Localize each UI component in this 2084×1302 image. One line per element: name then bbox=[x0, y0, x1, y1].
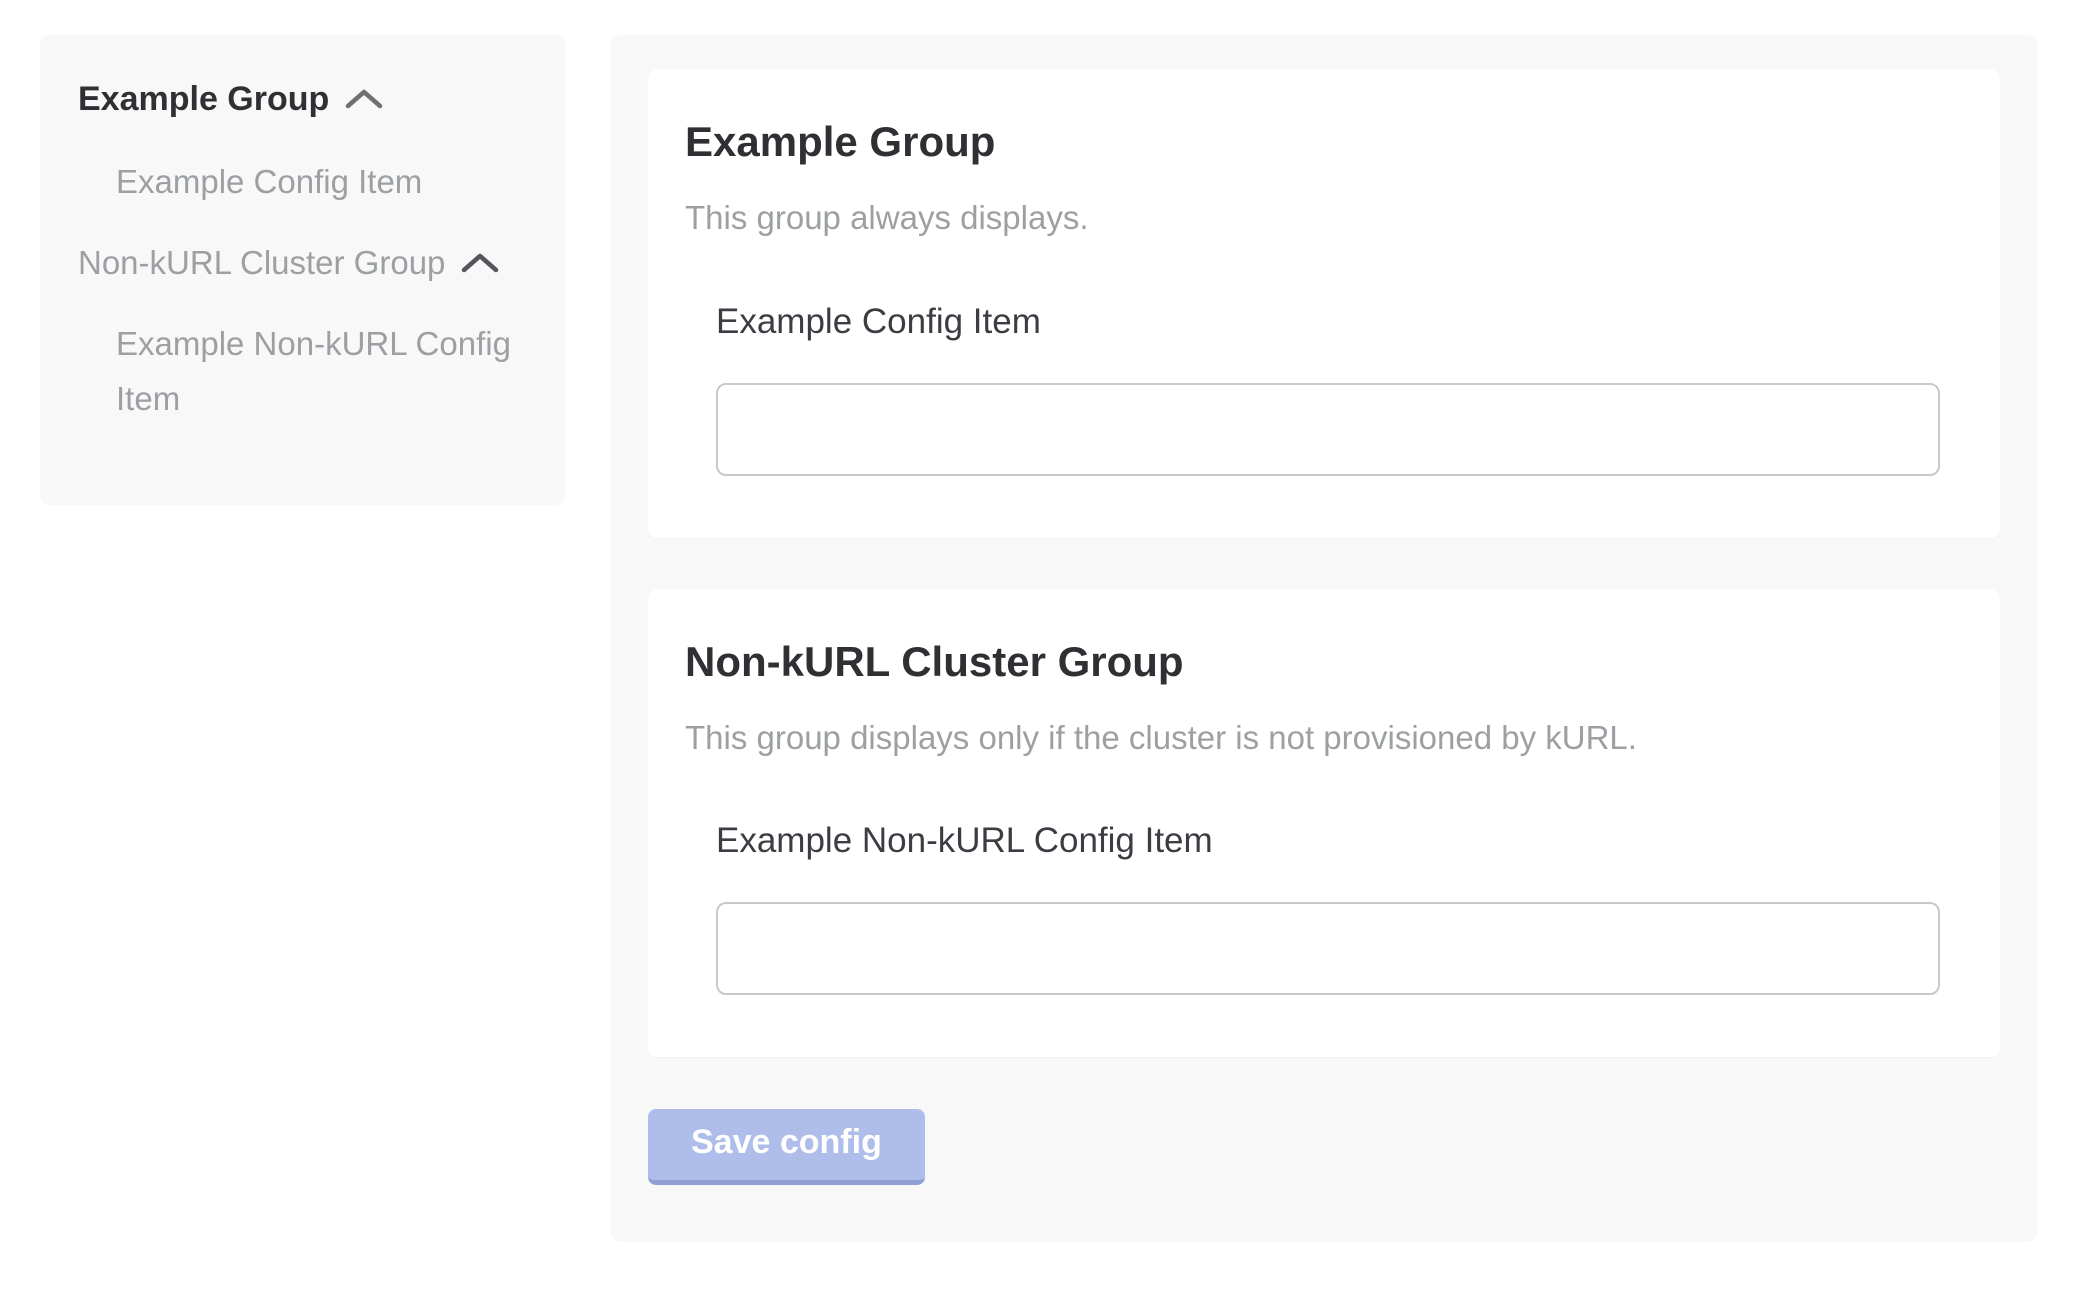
group-title: Example Group bbox=[685, 117, 1940, 167]
config-item-label: Example Config Item bbox=[716, 301, 1940, 343]
sidebar-item-example-non-kurl-config-item[interactable]: Example Non-kURL Config Item bbox=[116, 316, 526, 426]
sidebar-group-non-kurl-cluster-group[interactable]: Non-kURL Cluster Group bbox=[78, 243, 527, 283]
example-non-kurl-config-item-input[interactable] bbox=[716, 902, 1940, 995]
sidebar-item-example-config-item[interactable]: Example Config Item bbox=[116, 154, 526, 209]
sidebar-group-label: Example Group bbox=[78, 79, 329, 120]
config-item-label: Example Non-kURL Config Item bbox=[716, 820, 1940, 862]
config-nav-sidebar: Example Group Example Config Item Non-kU… bbox=[40, 35, 565, 505]
config-group-card-non-kurl-cluster-group: Non-kURL Cluster Group This group displa… bbox=[648, 590, 2000, 1058]
chevron-up-icon bbox=[461, 251, 499, 275]
sidebar-group-example-group[interactable]: Example Group bbox=[78, 79, 527, 120]
config-item: Example Config Item bbox=[716, 301, 1940, 476]
config-group-card-example-group: Example Group This group always displays… bbox=[648, 70, 2000, 538]
group-description: This group always displays. bbox=[685, 197, 1940, 238]
config-area: Example Group This group always displays… bbox=[610, 35, 2038, 1242]
config-item: Example Non-kURL Config Item bbox=[716, 820, 1940, 995]
example-config-item-input[interactable] bbox=[716, 383, 1940, 476]
chevron-up-icon bbox=[345, 87, 383, 111]
group-title: Non-kURL Cluster Group bbox=[685, 637, 1940, 687]
save-config-button[interactable]: Save config bbox=[648, 1109, 925, 1185]
sidebar-group-label: Non-kURL Cluster Group bbox=[78, 243, 445, 283]
group-description: This group displays only if the cluster … bbox=[685, 717, 1940, 758]
